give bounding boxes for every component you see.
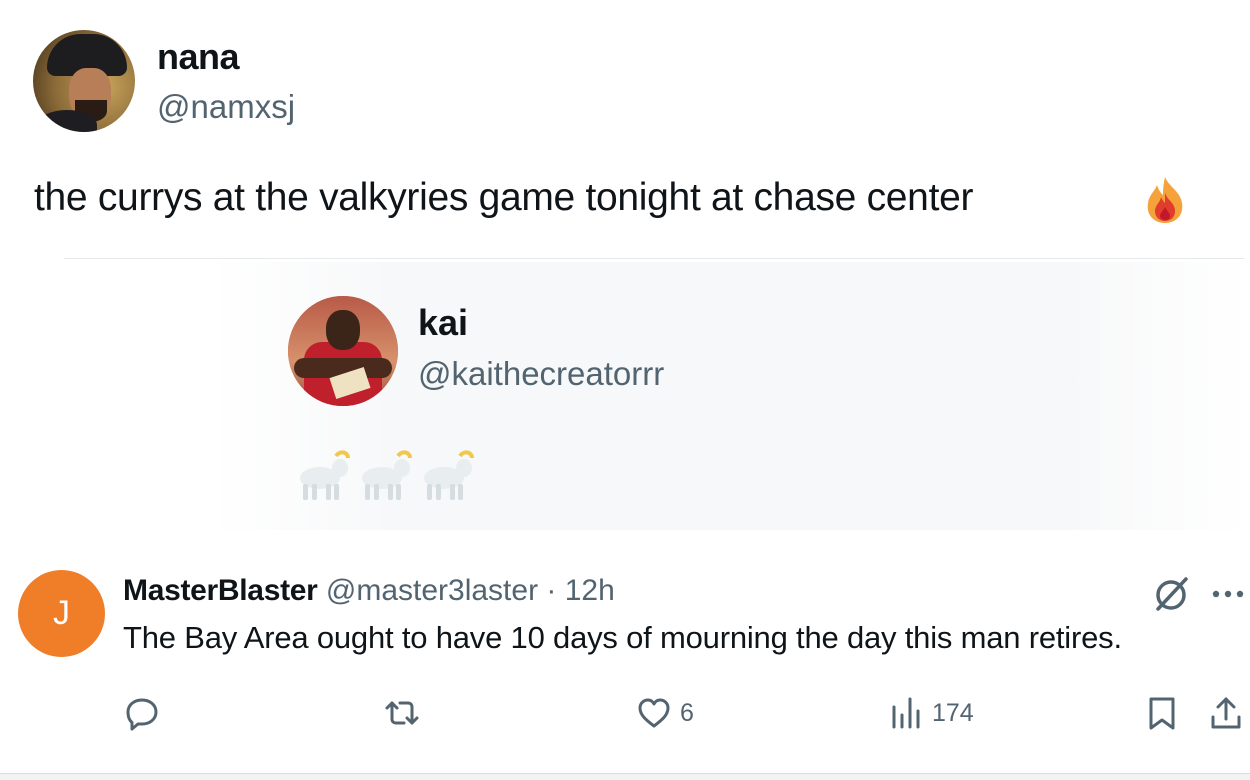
reply-icon bbox=[126, 698, 158, 731]
tweet-author-name[interactable]: nana bbox=[157, 36, 240, 78]
divider bbox=[64, 258, 1244, 259]
share-icon bbox=[1211, 697, 1241, 729]
reply-timestamp[interactable]: 12h bbox=[565, 574, 615, 607]
bookmark-button[interactable] bbox=[1146, 693, 1178, 733]
reply-author-name[interactable]: MasterBlaster bbox=[123, 574, 318, 607]
quote-author-name[interactable]: kai bbox=[418, 302, 468, 344]
like-count: 6 bbox=[680, 698, 694, 727]
retweet-icon bbox=[385, 701, 419, 725]
reply-header: MasterBlaster @master3laster · 12h bbox=[123, 574, 615, 608]
fire-icon bbox=[1147, 177, 1183, 223]
quote-author-handle[interactable]: @kaithecreatorrr bbox=[418, 355, 664, 393]
goat-icon bbox=[424, 450, 474, 500]
reply-avatar[interactable]: J bbox=[18, 570, 105, 657]
goat-icon bbox=[300, 450, 350, 500]
goat-emoji-row bbox=[300, 450, 474, 500]
bookmark-icon bbox=[1149, 697, 1175, 730]
tweet-author-handle[interactable]: @namxsj bbox=[157, 88, 295, 126]
views-icon bbox=[892, 697, 920, 729]
separator-dot: · bbox=[546, 574, 557, 607]
kai-avatar[interactable] bbox=[288, 296, 398, 406]
reply-author-handle[interactable]: @master3laster bbox=[326, 574, 538, 607]
retweet-button[interactable] bbox=[384, 693, 428, 733]
grok-icon[interactable] bbox=[1152, 575, 1192, 613]
like-button[interactable]: 6 bbox=[636, 693, 694, 733]
tweet-screenshot: nana @namxsj the currys at the valkyries… bbox=[0, 0, 1250, 780]
heart-icon bbox=[638, 698, 670, 728]
bottom-border bbox=[0, 773, 1250, 780]
views-button[interactable]: 174 bbox=[888, 693, 974, 733]
more-options-icon[interactable] bbox=[1210, 579, 1246, 609]
nana-avatar[interactable] bbox=[33, 30, 135, 132]
reply-button[interactable] bbox=[124, 693, 168, 733]
view-count: 174 bbox=[932, 698, 974, 727]
reply-text: The Bay Area ought to have 10 days of mo… bbox=[123, 620, 1122, 655]
tweet-text: the currys at the valkyries game tonight… bbox=[34, 176, 974, 219]
share-button[interactable] bbox=[1208, 693, 1244, 733]
goat-icon bbox=[362, 450, 412, 500]
